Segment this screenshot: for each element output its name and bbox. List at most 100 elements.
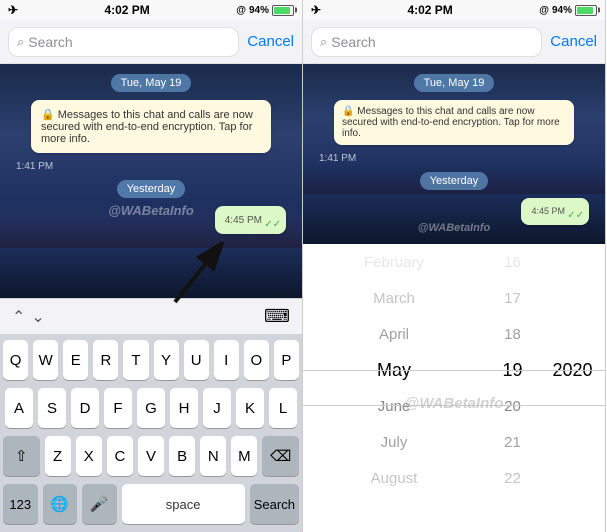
search-icon-right: ⌕ [320,34,327,50]
key-l[interactable]: L [269,388,297,428]
date-bubble-left: Tue, May 19 [111,74,192,92]
msg-time-2-left: 4:45 PM [225,215,262,226]
key-b[interactable]: B [169,436,195,476]
picker-month-may[interactable]: May [303,352,485,388]
green-message-left: 4:45 PM ✓✓ [215,206,286,234]
battery-icon-right [575,5,597,16]
numbers-key[interactable]: 123 [3,484,38,524]
day-picker-col[interactable]: 16 17 18 19 20 21 22 [485,244,540,532]
status-right-left: @ 94% [236,5,294,16]
battery-pct-left: 94% [249,5,269,16]
shift-key[interactable]: ⇧ [3,436,40,476]
status-left: ✈ [8,3,18,17]
chat-messages-left: Tue, May 19 🔒 Messages to this chat and … [0,64,302,298]
picker-day-16[interactable]: 16 [485,244,540,280]
signal-icon: @ [236,5,246,16]
key-j[interactable]: J [203,388,231,428]
keyboard-left: Q W E R T Y U I O P A S D F G H J K L ⇧ … [0,334,302,532]
key-n[interactable]: N [200,436,226,476]
tick-icon-left: ✓✓ [264,219,281,230]
key-t[interactable]: T [123,340,148,380]
system-message-right: 🔒 Messages to this chat and calls are no… [334,100,574,145]
search-input-wrap-right[interactable]: ⌕ Search [311,27,542,57]
tick-icon-right: ✓✓ [567,210,584,221]
picker-year-2020[interactable]: 2020 [540,352,605,388]
search-input-wrap-left[interactable]: ⌕ Search [8,27,239,57]
picker-year-spacer-5 [540,424,605,460]
yesterday-bubble-right: Yesterday [420,172,489,190]
picker-year-spacer-4 [540,388,605,424]
picker-month-august[interactable]: August [303,460,485,496]
key-u[interactable]: U [184,340,209,380]
key-e[interactable]: E [63,340,88,380]
key-o[interactable]: O [244,340,269,380]
key-g[interactable]: G [137,388,165,428]
key-z[interactable]: Z [45,436,71,476]
search-bar-right: ⌕ Search Cancel [303,20,605,64]
kb-row-1: Q W E R T Y U I O P [3,340,299,380]
search-placeholder-left: Search [28,34,72,50]
search-key-keyboard[interactable]: Search [250,484,299,524]
globe-key[interactable]: 🌐 [43,484,78,524]
key-i[interactable]: I [214,340,239,380]
picker-day-19[interactable]: 19 [485,352,540,388]
kb-row-bottom: 123 🌐 🎤 space Search [3,484,299,524]
space-key[interactable]: space [122,484,245,524]
date-picker[interactable]: February March April May June July Augus… [303,244,605,532]
picker-day-21[interactable]: 21 [485,424,540,460]
status-bar-right: ✈ 4:02 PM @ 94% [303,0,605,20]
key-a[interactable]: A [5,388,33,428]
left-panel: ✈ 4:02 PM @ 94% ⌕ Search Cancel Tue, May… [0,0,303,532]
battery-icon-left [272,5,294,16]
picker-day-22[interactable]: 22 [485,460,540,496]
delete-key[interactable]: ⌫ [262,436,299,476]
year-picker-col[interactable]: 2020 [540,244,605,532]
msg-time-1-right: 1:41 PM [319,153,356,164]
picker-day-18[interactable]: 18 [485,316,540,352]
key-k[interactable]: K [236,388,264,428]
picker-month-march[interactable]: March [303,280,485,316]
key-x[interactable]: X [76,436,102,476]
mic-key[interactable]: 🎤 [82,484,117,524]
key-d[interactable]: D [71,388,99,428]
key-h[interactable]: H [170,388,198,428]
month-picker-col[interactable]: February March April May June July Augus… [303,244,485,532]
key-r[interactable]: R [93,340,118,380]
key-f[interactable]: F [104,388,132,428]
kb-row-3: ⇧ Z X C V B N M ⌫ [3,436,299,476]
yesterday-bubble-left: Yesterday [117,180,186,198]
picker-year-spacer-1 [540,244,605,280]
search-icon-left: ⌕ [17,34,24,50]
airplane-icon-right: ✈ [311,3,321,17]
chevron-down-button[interactable]: ⌄ [31,307,44,327]
watermark-right-picker: @WABetaInfo [405,395,504,412]
arrow-annotation [160,242,230,312]
status-right-right: @ 94% [539,5,597,16]
key-p[interactable]: P [274,340,299,380]
key-q[interactable]: Q [3,340,28,380]
signal-icon-right: @ [539,5,549,16]
cancel-button-left[interactable]: Cancel [247,33,294,50]
search-placeholder-right: Search [331,34,375,50]
picker-scroll: February March April May June July Augus… [303,244,605,532]
key-c[interactable]: C [107,436,133,476]
keyboard-icon[interactable]: ⌨ [264,306,290,327]
status-time-right: 4:02 PM [407,3,452,17]
right-panel: ✈ 4:02 PM @ 94% ⌕ Search Cancel Tue, May… [303,0,606,532]
search-bar-left: ⌕ Search Cancel [0,20,302,64]
key-v[interactable]: V [138,436,164,476]
picker-month-february[interactable]: February [303,244,485,280]
picker-month-july[interactable]: July [303,424,485,460]
kb-row-2: A S D F G H J K L [3,388,299,428]
chat-toolbar-left: ⌃ ⌄ ⌨ [0,298,302,334]
chevron-up-button[interactable]: ⌃ [12,307,25,327]
picker-month-april[interactable]: April [303,316,485,352]
msg-time-2-right: 4:45 PM [531,206,565,216]
key-y[interactable]: Y [154,340,179,380]
key-m[interactable]: M [231,436,257,476]
cancel-button-right[interactable]: Cancel [550,33,597,50]
key-s[interactable]: S [38,388,66,428]
key-w[interactable]: W [33,340,58,380]
system-message-left: 🔒 Messages to this chat and calls are no… [31,100,271,153]
picker-day-17[interactable]: 17 [485,280,540,316]
